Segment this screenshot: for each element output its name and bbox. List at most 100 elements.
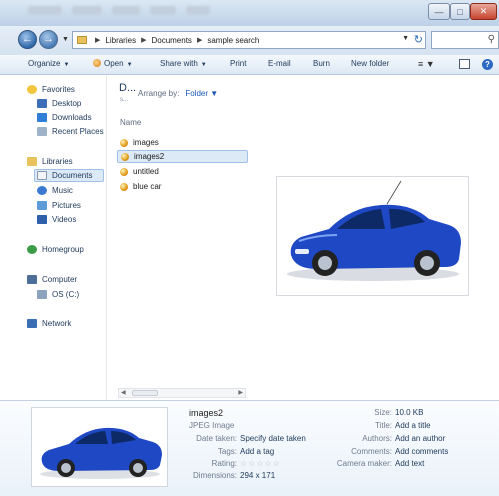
sidebar-item-music[interactable]: Music	[37, 184, 73, 197]
sidebar-item-pictures[interactable]: Pictures	[37, 199, 81, 212]
sidebar-item-downloads[interactable]: Downloads	[37, 111, 92, 124]
sidebar-item-desktop[interactable]: Desktop	[37, 97, 81, 110]
address-history-dropdown[interactable]: ▼	[402, 35, 409, 42]
maximize-button[interactable]: □	[450, 3, 470, 20]
folder-icon	[77, 36, 87, 44]
recent-pages-dropdown[interactable]: ▼	[62, 36, 69, 43]
minimize-icon: —	[434, 6, 444, 17]
camera-maker-value[interactable]: Add text	[395, 459, 424, 468]
tags-value[interactable]: Add a tag	[240, 447, 274, 456]
sidebar-item-os-c[interactable]: OS (C:)	[37, 288, 79, 301]
blurred-tab	[72, 6, 102, 15]
organize-menu[interactable]: Organize ▼	[28, 59, 69, 68]
dimensions-label: Dimensions:	[192, 471, 237, 480]
email-button[interactable]: E-mail	[268, 59, 291, 68]
search-box[interactable]: ⚲	[431, 31, 499, 49]
sidebar-item-computer[interactable]: Computer	[27, 273, 77, 286]
scroll-right-icon[interactable]: ▶	[238, 389, 243, 396]
sidebar-item-label: Network	[42, 319, 72, 328]
sidebar-item-homegroup[interactable]: Homegroup	[27, 243, 84, 256]
libraries-icon	[27, 157, 37, 166]
file-item-selected[interactable]: images2	[117, 150, 248, 163]
camera-maker-label: Camera maker:	[336, 459, 392, 468]
file-item[interactable]: blue car	[117, 180, 248, 193]
chevron-down-icon: ▼	[200, 62, 207, 68]
breadcrumb-sample-search[interactable]: sample search	[207, 36, 259, 45]
comments-value[interactable]: Add comments	[395, 447, 448, 456]
sidebar-item-libraries[interactable]: Libraries	[27, 155, 73, 168]
scrollbar-thumb[interactable]	[132, 390, 158, 396]
refresh-icon[interactable]: ↻	[414, 33, 423, 46]
jpeg-file-icon	[120, 167, 128, 176]
breadcrumb-libraries[interactable]: Libraries	[105, 36, 136, 45]
forward-arrow-icon: →	[43, 33, 54, 45]
search-icon[interactable]: ⚲	[488, 34, 495, 45]
recent-places-icon	[37, 127, 47, 136]
chevron-down-icon: ▼	[126, 62, 133, 68]
file-name: untitled	[133, 167, 159, 176]
library-title: D...	[119, 82, 137, 94]
sidebar-item-label: Recent Places	[52, 127, 104, 136]
sidebar-item-label: Desktop	[52, 99, 82, 108]
arrange-by-dropdown[interactable]: Folder ▼	[185, 89, 218, 98]
title-value[interactable]: Add a title	[395, 421, 431, 430]
close-icon: ✕	[479, 6, 488, 16]
help-icon[interactable]: ?	[482, 59, 493, 70]
file-name: images	[133, 138, 159, 147]
file-item[interactable]: untitled	[117, 165, 248, 178]
back-button[interactable]: ←	[18, 30, 37, 49]
print-button[interactable]: Print	[230, 59, 246, 68]
tags-label: Tags:	[217, 447, 237, 456]
preview-pane	[249, 75, 499, 400]
scroll-left-icon[interactable]: ◀	[121, 389, 126, 396]
minimize-button[interactable]: —	[428, 3, 450, 20]
details-file-name: images2	[189, 408, 224, 418]
sidebar-item-network[interactable]: Network	[27, 317, 71, 330]
breadcrumb-documents[interactable]: Documents	[151, 36, 191, 45]
dimensions-value: 294 x 171	[240, 471, 276, 480]
sidebar-item-videos[interactable]: Videos	[37, 213, 76, 226]
share-with-menu[interactable]: Share with ▼	[160, 59, 207, 68]
arrange-by-value: Folder	[185, 89, 209, 98]
forward-button[interactable]: →	[39, 30, 58, 49]
sidebar-item-label: OS (C:)	[52, 290, 80, 299]
sidebar-item-documents[interactable]: Documents	[34, 169, 104, 182]
breadcrumb-separator[interactable]: ▶	[95, 36, 100, 44]
preview-pane-icon[interactable]	[459, 59, 470, 69]
arrange-by: Arrange by: Folder ▼	[138, 89, 218, 98]
library-subtitle: s...	[120, 97, 129, 103]
sidebar-item-recent-places[interactable]: Recent Places	[37, 125, 104, 138]
desktop-icon	[37, 99, 47, 108]
authors-value[interactable]: Add an author	[395, 434, 445, 443]
blurred-tab	[186, 6, 210, 15]
command-bar: Organize ▼ Open ▼ Share with ▼ Print E-mail…	[0, 55, 499, 75]
image-preview	[276, 176, 469, 296]
date-taken-value[interactable]: Specify date taken	[240, 434, 306, 443]
sidebar-item-label: Documents	[52, 171, 93, 180]
change-view-icon[interactable]: ≡ ▼	[418, 59, 435, 69]
rating-stars[interactable]: ☆☆☆☆☆	[240, 459, 281, 468]
file-item[interactable]: images	[117, 136, 248, 149]
details-file-type: JPEG Image	[189, 421, 235, 430]
burn-button[interactable]: Burn	[313, 59, 330, 68]
horizontal-scrollbar[interactable]: ◀ ▶	[118, 388, 246, 398]
computer-icon	[27, 275, 37, 284]
column-header-name[interactable]: Name	[120, 118, 141, 127]
breadcrumb-separator[interactable]: ▶	[141, 36, 146, 44]
size-value: 10.0 KB	[395, 408, 424, 417]
breadcrumb-separator[interactable]: ▶	[197, 36, 202, 44]
chevron-down-icon: ▼	[63, 62, 70, 68]
videos-icon	[37, 215, 47, 224]
blue-car-photo	[287, 180, 461, 281]
address-bar[interactable]: ▶ Libraries ▶ Documents ▶ sample search …	[72, 31, 426, 49]
blurred-tab	[28, 6, 62, 15]
star-icon	[27, 85, 37, 94]
close-button[interactable]: ✕	[470, 3, 497, 20]
new-folder-button[interactable]: New folder	[351, 59, 389, 68]
sidebar-item-label: Favorites	[42, 85, 75, 94]
sidebar-item-favorites[interactable]: Favorites	[27, 83, 75, 96]
date-taken-label: Date taken:	[196, 434, 237, 443]
open-menu[interactable]: Open ▼	[93, 59, 133, 68]
file-name: blue car	[133, 182, 162, 191]
size-label: Size:	[374, 408, 392, 417]
